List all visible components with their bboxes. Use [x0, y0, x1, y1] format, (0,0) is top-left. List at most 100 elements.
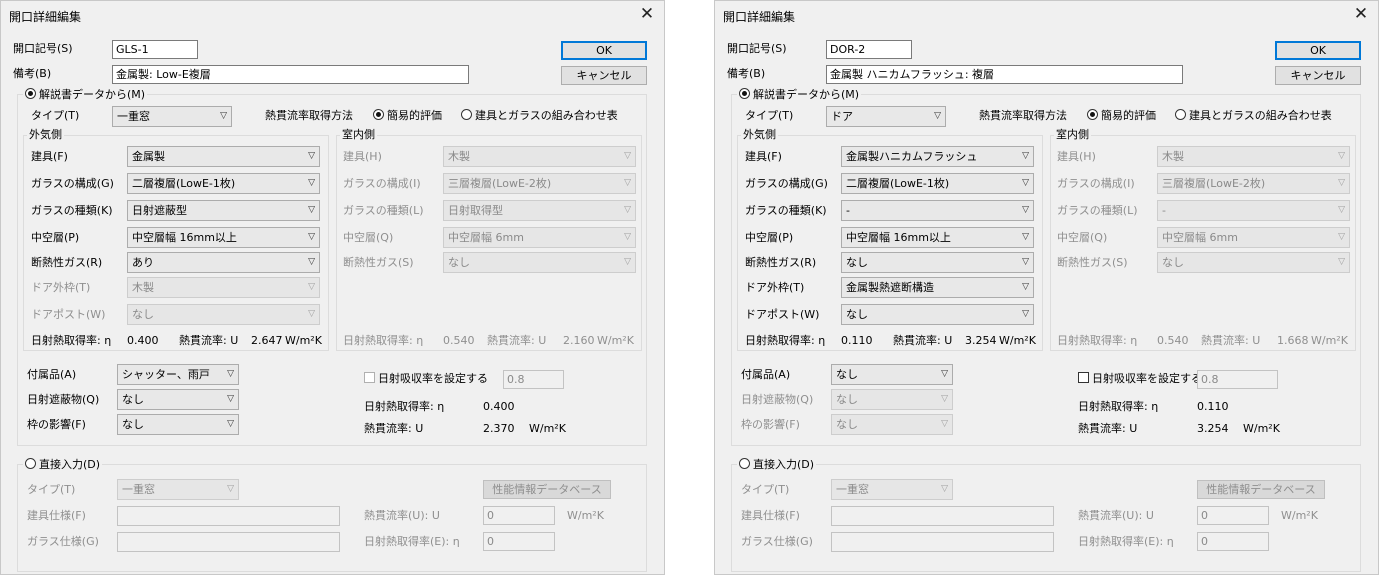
frame-effect-select[interactable]: なし ▽: [117, 414, 239, 435]
note-input[interactable]: 金属製: Low-E複層: [112, 65, 469, 84]
from-doc-radio[interactable]: 解説書データから(M): [23, 88, 148, 102]
combo-radio[interactable]: 建具とガラスの組み合わせ表: [1175, 108, 1332, 124]
glass-type-in-label: ガラスの種類(L): [343, 204, 424, 217]
glass-type-in-select[interactable]: - ▽: [1157, 200, 1350, 221]
absorb-input[interactable]: 0.8: [1197, 370, 1278, 389]
eta-in-label: 日射熱取得率: η: [343, 334, 424, 347]
chevron-down-icon: ▽: [1022, 178, 1029, 188]
frame-out-select[interactable]: 金属製 ▽: [127, 146, 320, 167]
indoor-label: 室内側: [340, 128, 377, 142]
code-input[interactable]: GLS-1: [112, 40, 198, 59]
shade-select[interactable]: なし ▽: [117, 389, 239, 410]
dialog-title: 開口詳細編集: [723, 10, 796, 24]
combo-radio[interactable]: 建具とガラスの組み合わせ表: [461, 108, 618, 124]
gas-in-select[interactable]: なし ▽: [1157, 252, 1350, 273]
shade-select[interactable]: なし ▽: [831, 389, 953, 410]
u-total-label: 熱貫流率: U: [364, 422, 424, 435]
spec-frame-input[interactable]: [117, 506, 340, 526]
note-label: 備考(B): [727, 67, 766, 80]
air-in-select[interactable]: 中空層幅 6mm ▽: [443, 227, 636, 248]
direct-radio[interactable]: 直接入力(D): [23, 458, 103, 472]
code-input[interactable]: DOR-2: [826, 40, 912, 59]
simple-radio[interactable]: 簡易的評価: [1087, 108, 1156, 124]
gas-out-value: あり: [132, 256, 154, 269]
u-input[interactable]: 0: [483, 506, 555, 525]
frame-in-select[interactable]: 木製 ▽: [443, 146, 636, 167]
db-button[interactable]: 性能情報データベース: [1197, 480, 1325, 499]
frame-effect-select[interactable]: なし ▽: [831, 414, 953, 435]
indoor-label: 室内側: [1054, 128, 1091, 142]
absorb-checkbox[interactable]: 日射吸収率を設定する: [1078, 371, 1202, 387]
checkbox-icon: [1078, 372, 1089, 383]
spec-glass-input[interactable]: [831, 532, 1054, 552]
simple-radio[interactable]: 簡易的評価: [373, 108, 442, 124]
u-total-value: 2.370: [483, 422, 515, 435]
glass-type-out-select[interactable]: - ▽: [841, 200, 1034, 221]
glass-type-in-select[interactable]: 日射取得型 ▽: [443, 200, 636, 221]
glass-type-out-select[interactable]: 日射遮蔽型 ▽: [127, 200, 320, 221]
door-post-select[interactable]: なし ▽: [127, 304, 320, 325]
direct-type-label: タイプ(T): [741, 483, 790, 496]
air-out-select[interactable]: 中空層幅 16mm以上 ▽: [841, 227, 1034, 248]
air-in-select[interactable]: 中空層幅 6mm ▽: [1157, 227, 1350, 248]
code-label: 開口記号(S): [727, 42, 787, 55]
ok-button[interactable]: OK: [1275, 41, 1361, 60]
chevron-down-icon: ▽: [1338, 205, 1345, 215]
direct-type-select[interactable]: 一重窓 ▽: [117, 479, 239, 500]
eta-input[interactable]: 0: [1197, 532, 1269, 551]
absorb-checkbox[interactable]: 日射吸収率を設定する: [364, 371, 488, 387]
spec-glass-input[interactable]: [117, 532, 340, 552]
chevron-down-icon: ▽: [308, 309, 315, 319]
ok-button[interactable]: OK: [561, 41, 647, 60]
gas-out-select[interactable]: なし ▽: [841, 252, 1034, 273]
accessory-select[interactable]: なし ▽: [831, 364, 953, 385]
simple-label: 簡易的評価: [387, 109, 442, 122]
eta-input[interactable]: 0: [483, 532, 555, 551]
door-frame-select[interactable]: 金属製熱遮断構造 ▽: [841, 277, 1034, 298]
glass-type-out-label: ガラスの種類(K): [31, 204, 113, 217]
glass-comp-out-select[interactable]: 二層複層(LowE-1枚) ▽: [127, 173, 320, 194]
type-select[interactable]: 一重窓 ▽: [112, 106, 232, 127]
accessory-select[interactable]: シャッター、雨戸 ▽: [117, 364, 239, 385]
u-out-value: 2.647: [251, 334, 283, 347]
gas-in-select[interactable]: なし ▽: [443, 252, 636, 273]
absorb-input[interactable]: 0.8: [503, 370, 564, 389]
air-out-select[interactable]: 中空層幅 16mm以上 ▽: [127, 227, 320, 248]
note-input[interactable]: 金属製 ハニカムフラッシュ: 複層: [826, 65, 1183, 84]
chevron-down-icon: ▽: [941, 394, 948, 404]
from-doc-radio[interactable]: 解説書データから(M): [737, 88, 862, 102]
u-input-unit: W/m²K: [567, 509, 604, 522]
cancel-button[interactable]: キャンセル: [1275, 66, 1361, 85]
gas-out-select[interactable]: あり ▽: [127, 252, 320, 273]
eta-out-value: 0.400: [127, 334, 159, 347]
close-button[interactable]: ✕: [636, 4, 658, 26]
cancel-button[interactable]: キャンセル: [561, 66, 647, 85]
u-input[interactable]: 0: [1197, 506, 1269, 525]
chevron-down-icon: ▽: [941, 419, 948, 429]
u-in-label: 熱貫流率: U: [1201, 334, 1261, 347]
u-input-label: 熱貫流率(U): U: [1078, 509, 1154, 522]
accessory-label: 付属品(A): [27, 368, 77, 381]
door-post-label: ドアポスト(W): [31, 308, 106, 321]
glass-comp-out-select[interactable]: 二層複層(LowE-1枚) ▽: [841, 173, 1034, 194]
type-select[interactable]: ドア ▽: [826, 106, 946, 127]
frame-in-label: 建具(H): [343, 150, 382, 163]
db-button[interactable]: 性能情報データベース: [483, 480, 611, 499]
glass-comp-in-value: 三層複層(LowE-2枚): [1162, 177, 1266, 190]
eta-total-label: 日射熱取得率: η: [364, 400, 445, 413]
spec-frame-label: 建具仕様(F): [27, 509, 86, 522]
door-post-select[interactable]: なし ▽: [841, 304, 1034, 325]
frame-in-select[interactable]: 木製 ▽: [1157, 146, 1350, 167]
eta-input-label: 日射熱取得率(E): η: [364, 535, 460, 548]
direct-radio[interactable]: 直接入力(D): [737, 458, 817, 472]
frame-in-label: 建具(H): [1057, 150, 1096, 163]
door-frame-select[interactable]: 木製 ▽: [127, 277, 320, 298]
glass-comp-in-select[interactable]: 三層複層(LowE-2枚) ▽: [443, 173, 636, 194]
glass-comp-in-select[interactable]: 三層複層(LowE-2枚) ▽: [1157, 173, 1350, 194]
frame-out-select[interactable]: 金属製ハニカムフラッシュ ▽: [841, 146, 1034, 167]
direct-type-select[interactable]: 一重窓 ▽: [831, 479, 953, 500]
shade-value: なし: [836, 393, 858, 406]
dialog-right: 開口詳細編集 ✕ 開口記号(S) DOR-2 備考(B) 金属製 ハニカムフラッ…: [714, 0, 1379, 575]
close-button[interactable]: ✕: [1350, 4, 1372, 26]
spec-frame-input[interactable]: [831, 506, 1054, 526]
